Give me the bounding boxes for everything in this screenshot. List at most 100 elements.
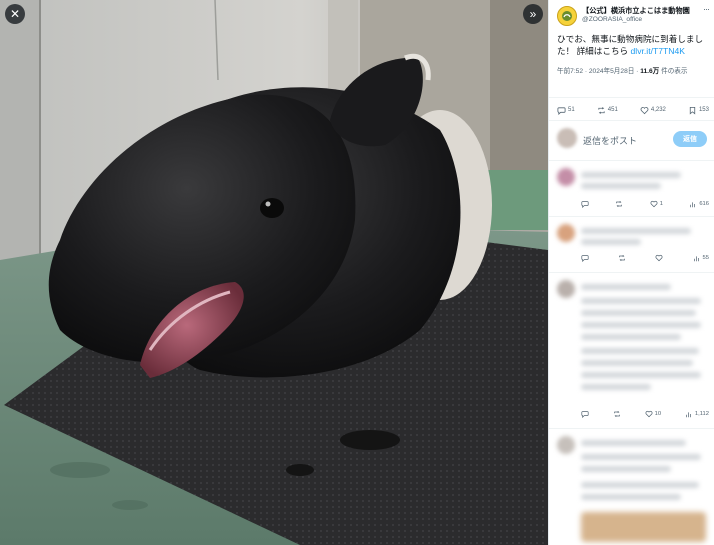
reply-actions: 10 1,112 [581, 409, 709, 419]
author-name[interactable]: 【公式】横浜市立よこはま動物園 [582, 6, 702, 16]
blurred-text [581, 360, 693, 366]
tweet-text: ひでお、無事に動物病院に到着しました！ 詳細はこちら dlvr.it/T7TN4… [557, 33, 712, 57]
like-count: 10 [654, 411, 662, 417]
blurred-text [581, 228, 691, 234]
tweet-actions: 51 451 4,232 153 [557, 104, 709, 116]
like-action[interactable]: 4,232 [640, 106, 666, 115]
more-options-icon[interactable]: ··· [703, 4, 710, 14]
blurred-text [581, 348, 699, 354]
like-action[interactable]: 1 [650, 200, 663, 208]
views-icon [693, 256, 699, 262]
like-action[interactable] [655, 254, 663, 262]
divider [549, 216, 714, 217]
blurred-text [581, 482, 699, 488]
reply-count: 51 [568, 107, 575, 113]
blurred-text [581, 372, 701, 378]
expand-panel-button[interactable]: » [523, 4, 543, 24]
views-label: 件の表示 [659, 68, 688, 75]
retweet-icon [619, 254, 625, 262]
views-count: 11.6万 [640, 68, 660, 75]
blurred-text [581, 310, 696, 316]
divider [549, 97, 714, 98]
views-count: 616 [699, 201, 709, 207]
like-count: 4,232 [650, 107, 666, 113]
retweet-icon [614, 410, 620, 418]
tweet-link[interactable]: dlvr.it/T7TN4K [631, 46, 685, 56]
retweet-action[interactable] [613, 410, 621, 418]
close-icon: ✕ [9, 7, 21, 21]
reply-icon [581, 201, 589, 208]
retweet-icon [598, 106, 605, 114]
views-icon [686, 412, 691, 418]
blurred-text [581, 384, 651, 390]
author-handle[interactable]: @ZOORASIA_office [582, 16, 642, 23]
blurred-text [581, 298, 701, 304]
tweet-timestamp[interactable]: 午前7:52 · 2024年5月28日 · [557, 68, 640, 75]
tweet-author[interactable]: 【公式】横浜市立よこはま動物園 @ZOORASIA_office ··· [557, 4, 710, 28]
blurred-text [581, 322, 701, 328]
avatar [557, 280, 575, 298]
bookmark-action[interactable]: 153 [688, 106, 709, 115]
views-action[interactable]: 616 [689, 200, 709, 208]
avatar [557, 436, 575, 454]
blurred-text [581, 494, 681, 500]
views-action[interactable]: 1,112 [685, 410, 709, 418]
divider [549, 272, 714, 273]
blurred-text [581, 440, 686, 446]
blurred-media [581, 512, 706, 542]
reply-action[interactable] [581, 200, 589, 208]
blurred-text [581, 454, 701, 460]
blurred-text [581, 466, 671, 472]
heart-icon [645, 410, 653, 418]
retweet-action[interactable]: 451 [597, 106, 618, 115]
like-action[interactable]: 10 [645, 410, 661, 418]
reply-actions: 55 [581, 253, 709, 263]
tweet-meta: 午前7:52 · 2024年5月28日 · 11.6万 件の表示 [557, 67, 712, 77]
blurred-text [581, 284, 671, 290]
chevrons-right-icon: » [529, 7, 537, 21]
author-avatar[interactable] [557, 6, 577, 26]
media-viewer: ✕ » [0, 0, 548, 545]
heart-icon [650, 200, 658, 208]
retweet-action[interactable] [618, 254, 626, 262]
views-icon [690, 202, 696, 208]
user-avatar [557, 128, 577, 148]
avatar [557, 224, 575, 242]
close-button[interactable]: ✕ [5, 4, 25, 24]
list-item[interactable]: 10 1,112 [549, 274, 714, 424]
blurred-text [581, 334, 681, 340]
bookmark-count: 153 [698, 107, 709, 113]
views-count: 55 [702, 255, 709, 261]
heart-icon [640, 106, 649, 114]
tweet-panel: 【公式】横浜市立よこはま動物園 @ZOORASIA_office ··· ひでお… [548, 0, 714, 545]
reply-icon [557, 106, 566, 115]
list-item[interactable]: 1 616 [549, 162, 714, 215]
blurred-text [581, 239, 641, 245]
divider [549, 120, 714, 121]
views-count: 1,112 [694, 411, 709, 417]
avatar [557, 168, 575, 186]
divider [549, 160, 714, 161]
reply-icon [581, 255, 589, 262]
zoo-logo-icon [562, 11, 572, 21]
bookmark-icon [689, 106, 696, 114]
reply-action[interactable]: 51 [557, 106, 575, 115]
list-item[interactable]: 55 [549, 218, 714, 270]
divider [549, 428, 714, 429]
reply-icon [581, 411, 589, 418]
reply-input[interactable]: 返信をポスト [583, 134, 637, 147]
views-action[interactable]: 55 [693, 254, 709, 262]
reply-action[interactable] [581, 410, 589, 418]
reply-composer: 返信をポスト 返信 [549, 122, 714, 158]
retweet-action[interactable] [615, 200, 623, 208]
reply-action[interactable] [581, 254, 589, 262]
reply-button[interactable]: 返信 [673, 131, 707, 147]
blurred-text [581, 172, 681, 178]
reply-actions: 1 616 [581, 199, 709, 209]
heart-icon [655, 254, 663, 262]
tapir-photo [0, 0, 548, 545]
list-item[interactable] [549, 430, 714, 545]
blurred-text [581, 183, 661, 189]
like-count: 1 [659, 201, 663, 207]
retweet-icon [616, 200, 623, 208]
